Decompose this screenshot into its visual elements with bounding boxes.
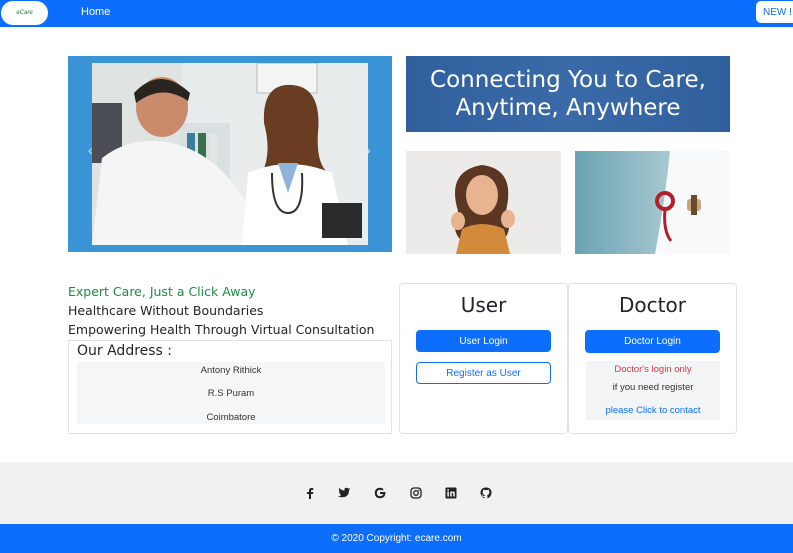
banner-line-1: Connecting You to Care, [430, 67, 706, 93]
instagram-icon[interactable] [409, 486, 423, 500]
user-card: User User Login Register as User [399, 283, 568, 434]
twitter-icon[interactable] [337, 486, 351, 500]
doctor-card: Doctor Doctor Login Doctor's login only … [568, 283, 737, 434]
carousel-prev-icon[interactable]: ‹ [88, 142, 93, 158]
carousel-slide-doctor-consultation [92, 63, 368, 245]
social-footer [0, 462, 793, 524]
user-card-title: User [460, 293, 507, 317]
logo-text: eCare [16, 10, 33, 16]
copyright-text: © 2020 Copyright: ecare.com [331, 533, 462, 544]
doctor-login-note: Doctor's login only [614, 364, 692, 375]
register-user-button[interactable]: Register as User [416, 362, 551, 384]
new-button[interactable]: NEW ! [756, 1, 793, 23]
hero-banner: Connecting You to Care, Anytime, Anywher… [406, 56, 730, 132]
address-box: Antony Rithick R.S Puram Coimbatore [77, 362, 385, 424]
address-line: Coimbatore [206, 412, 256, 423]
doctor-login-button[interactable]: Doctor Login [585, 330, 720, 353]
address-card: Our Address : Antony Rithick R.S Puram C… [68, 340, 392, 434]
doctor-note-box: Doctor's login only if you need register… [586, 361, 720, 420]
brand-logo[interactable]: eCare [1, 1, 48, 25]
doctor-stethoscope-image [575, 151, 730, 254]
github-icon[interactable] [479, 486, 493, 500]
tagline-expert-care: Expert Care, Just a Click Away [68, 284, 256, 299]
carousel-indicators[interactable] [268, 291, 328, 294]
tagline-empowering: Empowering Health Through Virtual Consul… [68, 322, 375, 337]
address-line: Antony Rithick [200, 365, 262, 376]
user-login-button[interactable]: User Login [416, 330, 551, 352]
address-title: Our Address : [77, 343, 173, 359]
facebook-icon[interactable] [303, 486, 317, 500]
contact-link[interactable]: please Click to contact [586, 405, 720, 416]
nav-link-home[interactable]: Home [81, 6, 110, 18]
navbar: eCare Home NEW ! [0, 0, 793, 27]
address-line: R.S Puram [207, 388, 255, 399]
image-carousel: ‹ › [68, 56, 392, 293]
register-hint: if you need register [612, 382, 694, 393]
carousel-next-icon[interactable]: › [366, 142, 371, 158]
google-icon[interactable] [373, 486, 387, 500]
doctor-card-title: Doctor [619, 293, 686, 317]
copyright-bar: © 2020 Copyright: ecare.com [0, 524, 793, 553]
banner-line-2: Anytime, Anywhere [455, 95, 681, 121]
linkedin-icon[interactable] [444, 486, 458, 500]
happy-woman-image [406, 151, 561, 254]
tagline-healthcare: Healthcare Without Boundaries [68, 303, 264, 318]
